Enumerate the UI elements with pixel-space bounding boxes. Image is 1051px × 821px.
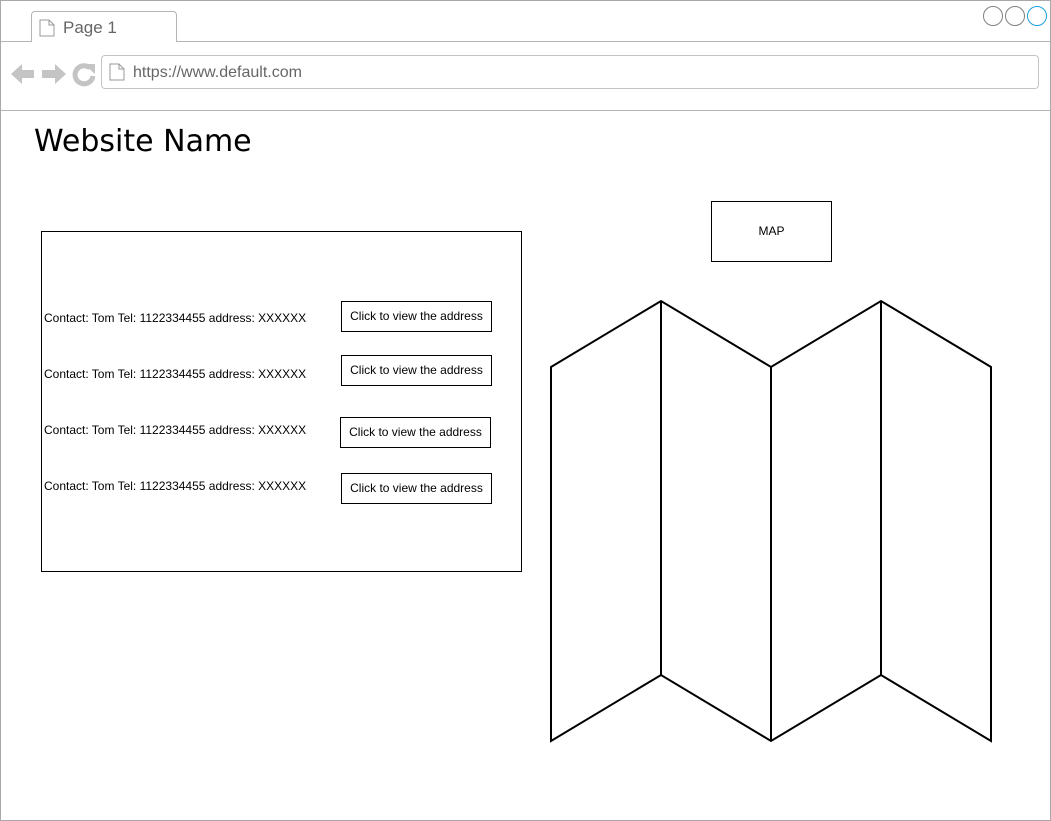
view-address-button[interactable]: Click to view the address	[341, 301, 492, 332]
view-address-button[interactable]: Click to view the address	[340, 417, 491, 448]
contact-info: Contact: Tom Tel: 1122334455 address: XX…	[44, 367, 307, 381]
browser-window: Page 1 https://www.default.com Website N…	[0, 0, 1051, 821]
tab-bar: Page 1	[1, 1, 1050, 42]
window-controls	[983, 6, 1047, 26]
reload-icon[interactable]	[72, 63, 96, 87]
page-icon	[109, 63, 125, 81]
view-address-button[interactable]: Click to view the address	[341, 473, 492, 504]
browser-toolbar: https://www.default.com	[1, 42, 1050, 111]
tab-label: Page 1	[63, 18, 117, 37]
view-address-button[interactable]: Click to view the address	[341, 355, 492, 386]
minimize-button[interactable]	[983, 6, 1003, 26]
page-icon	[39, 19, 55, 37]
address-bar[interactable]: https://www.default.com	[101, 55, 1039, 89]
maximize-button[interactable]	[1005, 6, 1025, 26]
back-arrow-icon[interactable]	[11, 64, 34, 84]
map-label: MAP	[711, 201, 832, 262]
navigation-controls	[11, 63, 96, 87]
contact-list-panel: Contact: Tom Tel: 1122334455 address: XX…	[41, 231, 522, 572]
url-text[interactable]: https://www.default.com	[133, 64, 302, 82]
folded-map-icon[interactable]	[549, 299, 995, 745]
forward-arrow-icon[interactable]	[42, 64, 66, 84]
contact-info: Contact: Tom Tel: 1122334455 address: XX…	[44, 311, 307, 325]
contact-info: Contact: Tom Tel: 1122334455 address: XX…	[44, 479, 307, 493]
close-button[interactable]	[1027, 6, 1047, 26]
page-title: Website Name	[34, 124, 252, 159]
contact-info: Contact: Tom Tel: 1122334455 address: XX…	[44, 423, 307, 437]
tab-page-1[interactable]: Page 1	[31, 11, 177, 42]
